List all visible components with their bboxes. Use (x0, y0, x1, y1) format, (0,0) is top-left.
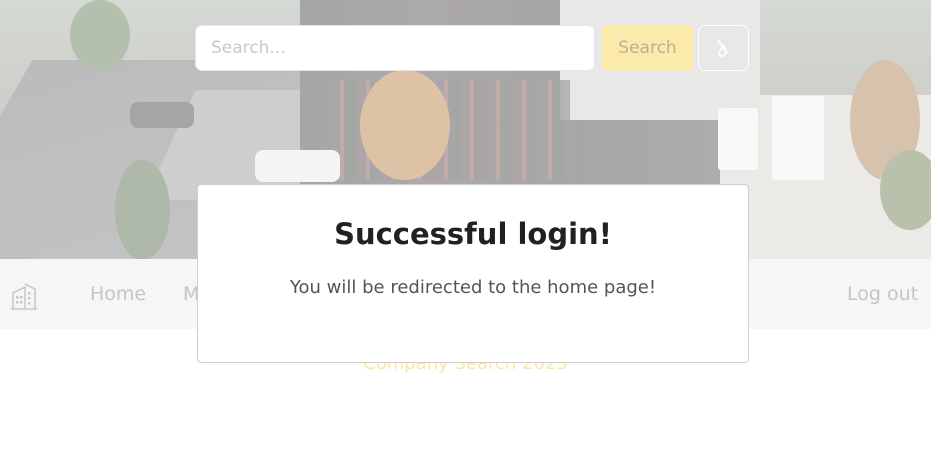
search-button[interactable]: Search (602, 25, 693, 71)
theme-toggle-button[interactable] (698, 25, 749, 71)
nav-link-home[interactable]: Home (90, 283, 146, 305)
paint-brush-icon (716, 40, 728, 57)
modal-title: Successful login! (334, 217, 612, 251)
search-input[interactable] (195, 25, 595, 71)
logout-link[interactable]: Log out (847, 283, 918, 305)
modal-message: You will be redirected to the home page! (289, 277, 657, 298)
login-success-modal: Successful login! You will be redirected… (197, 184, 749, 363)
building-icon[interactable] (9, 281, 39, 311)
